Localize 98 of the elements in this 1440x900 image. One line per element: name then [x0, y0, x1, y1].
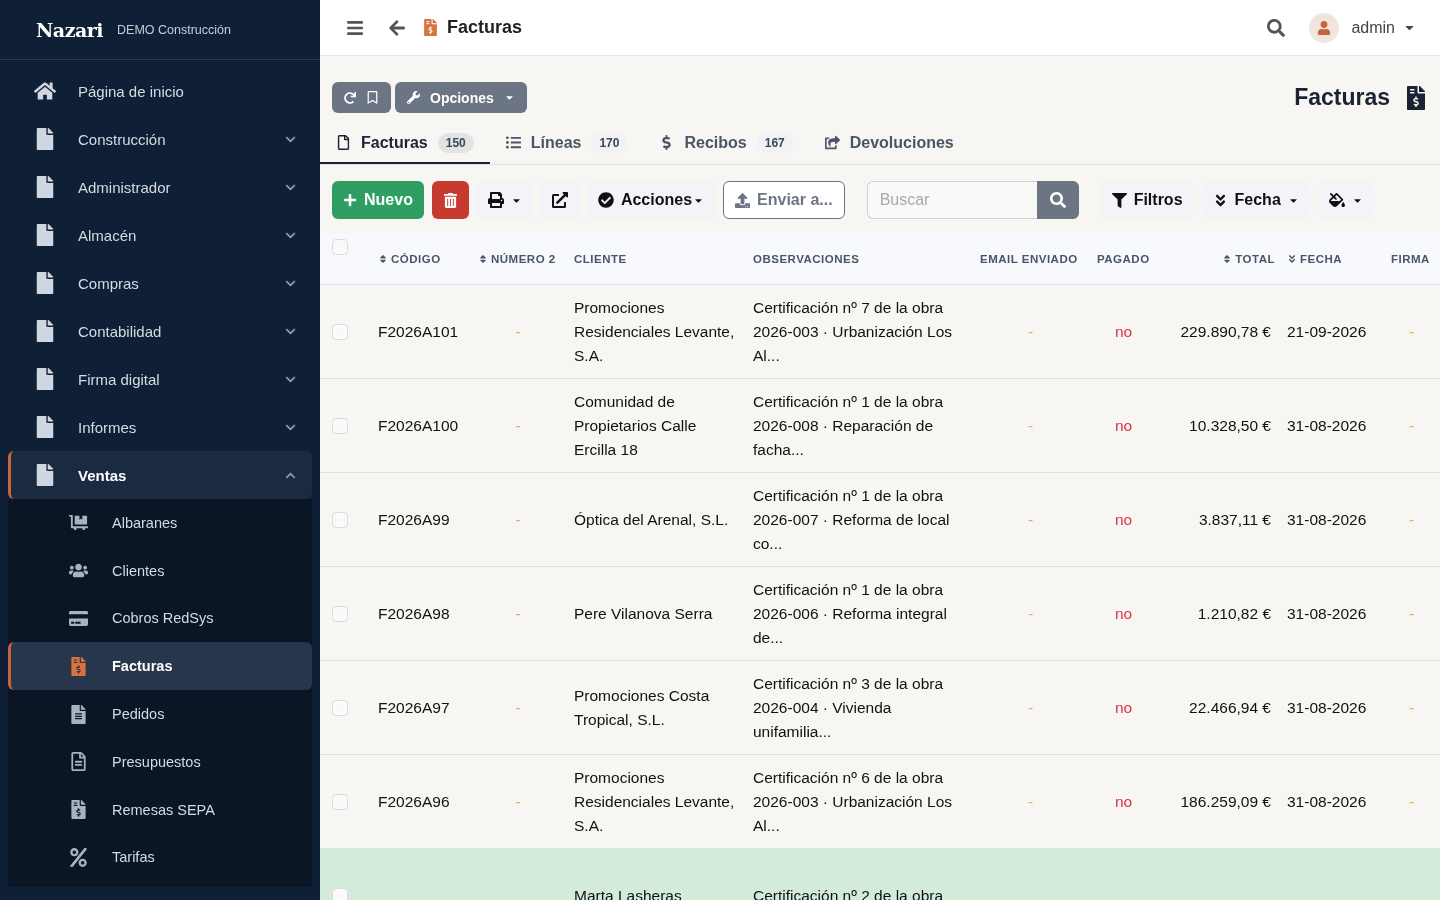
client-cell-text: Promociones Residenciales Levante, S.A. — [573, 767, 736, 836]
column-header[interactable]: CÓDIGO — [370, 252, 470, 265]
notes-cell-text: Certificación nº 3 de la obra 2026-004 · Vivienda unifamilia... — [752, 673, 945, 742]
table-row[interactable]: Marta Lasheras Certificación nº 2 de la obra — [320, 849, 1440, 900]
notes-cell-text: Certificación nº 1 de la obra 2026-008 · Reparación de facha... — [752, 391, 945, 460]
number-cell-text: - — [514, 791, 522, 812]
signature-cell-text: - — [1407, 791, 1416, 812]
sidebar-item[interactable]: Página de inicio — [8, 67, 312, 115]
total-cell-text: 1.210,82 € — [1196, 603, 1272, 624]
client-cell-text: Promociones Residenciales Levante, S.A. — [573, 297, 736, 366]
brand-logo[interactable]: Nazari — [36, 18, 103, 41]
notes-cell-text: Certificación nº 6 de la obra 2026-003 · Urbanización Los Al... — [752, 767, 954, 836]
total-cell-text: 186.259,09 € — [1179, 791, 1272, 812]
email-cell-text: - — [1026, 603, 1035, 624]
paid-cell-text: no — [1113, 321, 1134, 342]
signature-cell-text: - — [1407, 321, 1416, 342]
number-cell-text: - — [514, 509, 522, 530]
code-cell-text: F2026A97 — [377, 697, 451, 718]
sidebar-subitem[interactable]: Albaranes — [8, 499, 312, 547]
code-cell-text: F2026A96 — [377, 791, 451, 812]
column-header[interactable]: NÚMERO 2 — [470, 252, 566, 265]
email-cell-text: - — [1026, 321, 1035, 342]
total-cell-text: 229.890,78 € — [1179, 321, 1272, 342]
column-header[interactable]: TOTAL — [1158, 252, 1279, 265]
signature-cell-text: - — [1407, 697, 1416, 718]
client-cell-text: Marta Lasheras — [573, 885, 683, 900]
column-header[interactable]: FECHA — [1279, 252, 1383, 265]
column-header: CLIENTE — [573, 252, 628, 265]
date-cell-text: 31-08-2026 — [1286, 509, 1368, 530]
code-cell-text: F2026A99 — [377, 509, 451, 530]
sidebar-subitem[interactable]: Pedidos — [8, 690, 312, 738]
page-heading: Facturas — [1294, 84, 1390, 111]
tab[interactable]: Recibos 167 — [643, 123, 809, 164]
total-cell-text: 10.328,50 € — [1188, 415, 1272, 436]
total-cell-text: 22.466,94 € — [1188, 697, 1272, 718]
notes-cell-text: Certificación nº 1 de la obra 2026-006 · Reforma integral de... — [752, 579, 948, 648]
date-cell-text: 21-09-2026 — [1286, 321, 1368, 342]
signature-cell-text: - — [1407, 415, 1416, 436]
date-cell-text: 31-08-2026 — [1286, 697, 1368, 718]
signature-cell-text: - — [1407, 603, 1416, 624]
number-cell-text: - — [514, 415, 522, 436]
date-cell-text: 31-08-2026 — [1286, 415, 1368, 436]
client-cell-text: Comunidad de Propietarios Calle Ercilla 18 — [573, 391, 698, 460]
code-cell-text: F2026A101 — [377, 321, 460, 342]
client-cell-text: Pere Vilanova Serra — [573, 603, 714, 624]
sort-button[interactable]: Fecha — [1201, 181, 1310, 219]
paid-cell-text: no — [1113, 415, 1134, 436]
paid-cell-text: no — [1113, 791, 1134, 812]
user-menu[interactable]: admin — [1351, 18, 1416, 37]
sidebar-subitem[interactable]: Remesas SEPA — [8, 785, 312, 834]
sidebar-item[interactable]: Administrador — [8, 163, 312, 211]
date-cell-text: 31-08-2026 — [1286, 791, 1368, 812]
total-cell-text: 3.837,11 € — [1197, 509, 1272, 530]
sidebar-subitem[interactable]: Presupuestos — [8, 738, 312, 786]
column-header: OBSERVACIONES — [752, 252, 861, 265]
sidebar-subitem[interactable]: Cobros RedSys — [8, 594, 312, 643]
client-cell-text: Óptica del Arenal, S.L. — [573, 509, 730, 530]
column-header: EMAIL ENVIADO — [979, 252, 1079, 265]
sidebar-item[interactable]: Informes — [8, 403, 312, 451]
send-button[interactable]: Enviar a... — [723, 181, 845, 219]
sidebar-item[interactable]: Almacén — [8, 211, 312, 259]
email-cell-text: - — [1026, 697, 1035, 718]
tab[interactable]: Facturas 150 — [320, 123, 490, 164]
email-cell-text: - — [1026, 509, 1035, 530]
paid-cell-text: no — [1113, 603, 1134, 624]
number-cell-text: - — [514, 603, 522, 624]
email-cell-text: - — [1026, 791, 1035, 812]
number-cell-text: - — [514, 321, 522, 342]
filters-button[interactable]: Filtros — [1100, 181, 1194, 219]
sidebar-item[interactable]: Firma digital — [8, 355, 312, 403]
sidebar-item[interactable]: Construcción — [8, 115, 312, 163]
company-name: DEMO Construcción — [117, 22, 231, 37]
options-button[interactable]: Opciones — [395, 82, 527, 113]
signature-cell-text: - — [1407, 509, 1416, 530]
email-cell-text: - — [1026, 415, 1035, 436]
sidebar-subitem[interactable]: Facturas — [8, 642, 312, 691]
sidebar-item[interactable]: Ventas — [8, 451, 312, 499]
sidebar-item[interactable]: Compras — [8, 259, 312, 307]
tab[interactable]: Líneas 170 — [489, 123, 644, 164]
actions-button[interactable]: Acciones — [586, 181, 716, 219]
notes-cell-text: Certificación nº 1 de la obra 2026-007 · Reforma de local co... — [752, 485, 951, 554]
code-cell-text: F2026A98 — [377, 603, 451, 624]
number-cell-text: - — [514, 697, 522, 718]
sidebar-item[interactable]: Contabilidad — [8, 307, 312, 355]
column-header: FIRMA — [1390, 252, 1431, 265]
client-cell-text: Promociones Costa Tropical, S.L. — [573, 685, 711, 730]
sidebar-subitem[interactable]: Clientes — [8, 546, 312, 595]
search-field[interactable]: Buscar — [866, 181, 1037, 219]
paid-cell-text: no — [1113, 697, 1134, 718]
code-cell-text: F2026A100 — [377, 415, 460, 436]
page-title: Facturas — [447, 17, 523, 38]
tab[interactable]: Devoluciones — [808, 123, 970, 164]
date-cell-text: 31-08-2026 — [1286, 603, 1368, 624]
paid-cell-text: no — [1113, 509, 1134, 530]
notes-cell-text: Certificación nº 7 de la obra 2026-003 · Urbanización Los Al... — [752, 297, 954, 366]
notes-cell-text: Certificación nº 2 de la obra — [752, 885, 945, 900]
sidebar-subitem[interactable]: Tarifas — [8, 833, 312, 882]
column-header: PAGADO — [1096, 252, 1151, 265]
